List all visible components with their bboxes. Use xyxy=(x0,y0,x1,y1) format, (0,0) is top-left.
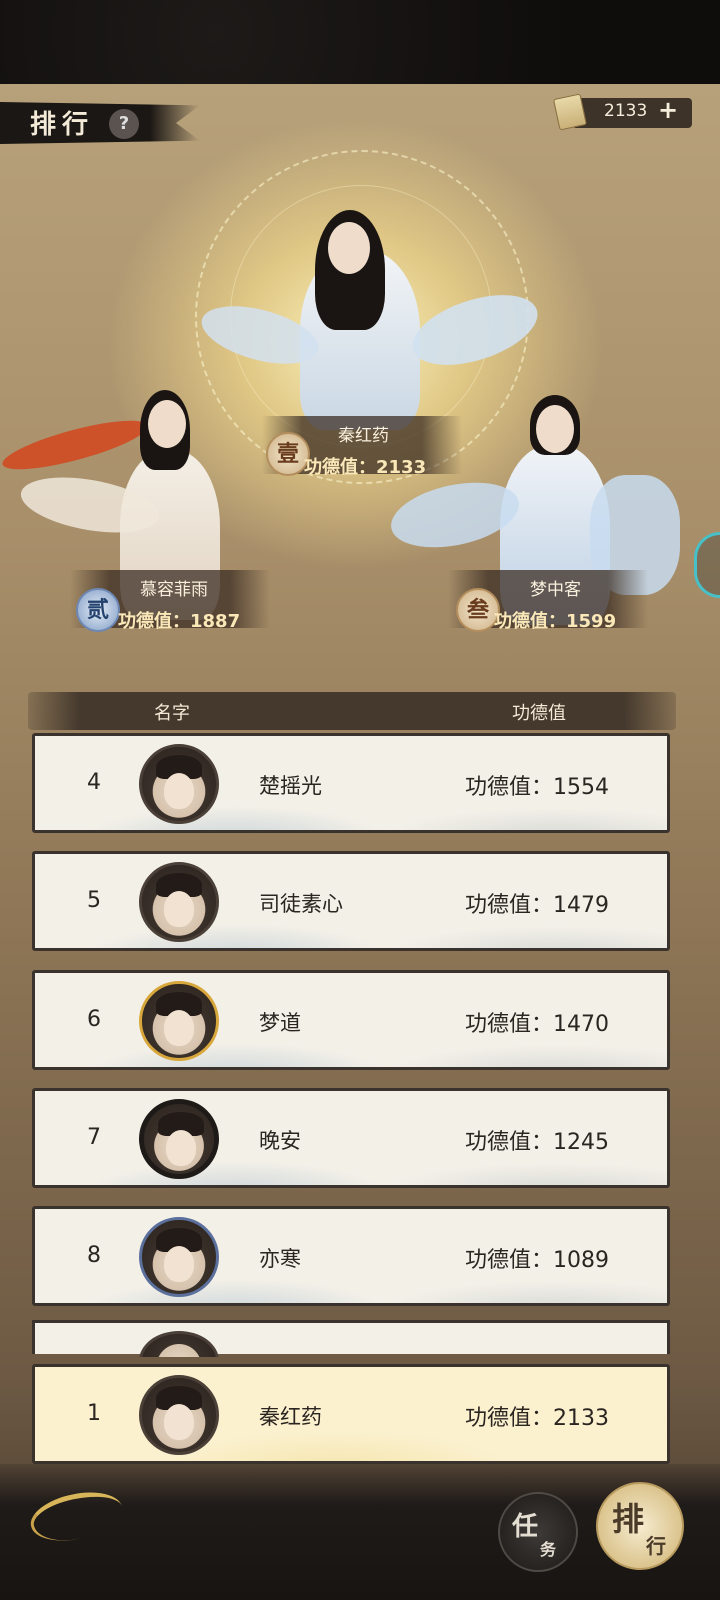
page-title: 排行 xyxy=(30,110,95,140)
avatar-hair xyxy=(158,1112,204,1136)
row-rank: 8 xyxy=(87,1243,101,1268)
currency-value: 2133 xyxy=(604,101,648,121)
third-place-score: 功德值：1599 xyxy=(494,611,617,632)
second-place-score: 功德值：1887 xyxy=(118,611,241,632)
rank-nav-label-large: 排 xyxy=(612,1500,645,1538)
avatar[interactable] xyxy=(139,981,219,1061)
character-sleeve xyxy=(403,281,547,379)
table-row-partial[interactable] xyxy=(32,1320,670,1357)
second-place-name: 慕容菲雨 xyxy=(140,580,208,600)
character-head xyxy=(148,400,186,448)
column-header-name: 名字 xyxy=(154,703,190,724)
row-score: 功德值：1479 xyxy=(465,893,609,918)
avatar-hair xyxy=(156,873,202,897)
row-score: 功德值：1554 xyxy=(465,775,609,800)
character-sash xyxy=(0,411,152,479)
row-rank: 6 xyxy=(87,1007,101,1032)
rank-nav-label-small: 行 xyxy=(646,1534,666,1558)
table-row[interactable]: 8 亦寒 功德值：1089 xyxy=(32,1206,670,1306)
avatar[interactable] xyxy=(139,744,219,824)
avatar-hair xyxy=(156,755,202,779)
table-row[interactable]: 7 晚安 功德值：1245 xyxy=(32,1088,670,1188)
help-button[interactable]: ? xyxy=(109,109,139,139)
row-name: 梦道 xyxy=(259,1011,301,1035)
avatar[interactable] xyxy=(139,862,219,942)
first-place-score: 功德值：2133 xyxy=(304,457,427,478)
table-row[interactable]: 4 楚摇光 功德值：1554 xyxy=(32,733,670,833)
avatar-hair xyxy=(156,992,202,1016)
row-name: 司徒素心 xyxy=(259,892,343,916)
my-name: 秦红药 xyxy=(259,1405,322,1429)
avatar[interactable] xyxy=(139,1217,219,1297)
row-score: 功德值：1089 xyxy=(465,1248,609,1273)
row-rank: 4 xyxy=(87,770,101,795)
row-name: 亦寒 xyxy=(259,1247,301,1271)
third-place-name: 梦中客 xyxy=(530,580,581,600)
first-place-name: 秦红药 xyxy=(338,426,389,446)
table-row[interactable]: 6 梦道 功德值：1470 xyxy=(32,970,670,1070)
my-rank-row[interactable]: 1 秦红药 功德值：2133 xyxy=(32,1364,670,1464)
my-score: 功德值：2133 xyxy=(465,1406,609,1431)
row-name: 楚摇光 xyxy=(259,774,322,798)
row-rank: 7 xyxy=(87,1125,101,1150)
avatar-hair xyxy=(156,1386,202,1410)
status-area xyxy=(0,0,720,84)
character-head xyxy=(328,222,370,274)
task-nav-button[interactable]: 任 务 xyxy=(498,1492,578,1572)
row-score: 功德值：1470 xyxy=(465,1012,609,1037)
task-nav-label-large: 任 xyxy=(512,1512,539,1542)
row-name: 晚安 xyxy=(259,1129,301,1153)
column-header-score: 功德值 xyxy=(512,703,566,724)
task-nav-label-small: 务 xyxy=(540,1540,557,1559)
add-currency-button[interactable]: + xyxy=(658,96,678,124)
row-score: 功德值：1245 xyxy=(465,1130,609,1155)
avatar[interactable] xyxy=(139,1375,219,1455)
avatar[interactable] xyxy=(139,1099,219,1179)
second-place-badge: 贰 xyxy=(76,588,120,632)
rank-nav-button[interactable]: 排 行 xyxy=(596,1482,684,1570)
character-head xyxy=(536,405,574,453)
table-row[interactable]: 5 司徒素心 功德值：1479 xyxy=(32,851,670,951)
row-rank: 5 xyxy=(87,888,101,913)
avatar-hair xyxy=(156,1228,202,1252)
table-header xyxy=(28,692,676,730)
my-rank: 1 xyxy=(87,1401,101,1426)
